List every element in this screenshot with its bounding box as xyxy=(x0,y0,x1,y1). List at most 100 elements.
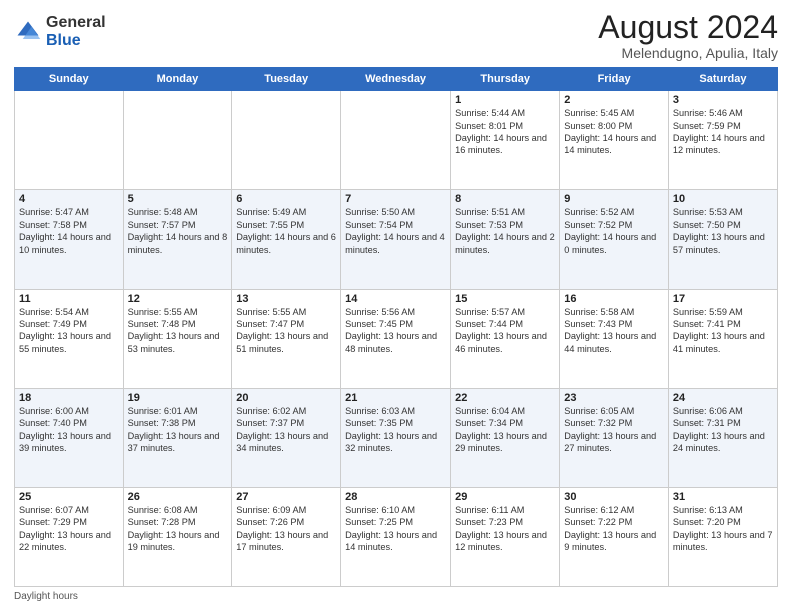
col-header-sunday: Sunday xyxy=(15,68,124,91)
calendar-cell: 5Sunrise: 5:48 AMSunset: 7:57 PMDaylight… xyxy=(123,190,232,289)
calendar-cell: 17Sunrise: 5:59 AMSunset: 7:41 PMDayligh… xyxy=(668,289,777,388)
day-info: Sunrise: 5:59 AMSunset: 7:41 PMDaylight:… xyxy=(673,306,773,356)
day-info: Sunrise: 6:11 AMSunset: 7:23 PMDaylight:… xyxy=(455,504,555,554)
day-info: Sunrise: 5:48 AMSunset: 7:57 PMDaylight:… xyxy=(128,206,228,256)
day-number: 24 xyxy=(673,392,773,404)
calendar-cell: 8Sunrise: 5:51 AMSunset: 7:53 PMDaylight… xyxy=(451,190,560,289)
calendar-cell: 29Sunrise: 6:11 AMSunset: 7:23 PMDayligh… xyxy=(451,487,560,586)
calendar-cell: 11Sunrise: 5:54 AMSunset: 7:49 PMDayligh… xyxy=(15,289,124,388)
col-header-friday: Friday xyxy=(560,68,669,91)
calendar-cell: 15Sunrise: 5:57 AMSunset: 7:44 PMDayligh… xyxy=(451,289,560,388)
day-info: Sunrise: 6:05 AMSunset: 7:32 PMDaylight:… xyxy=(564,405,664,455)
header: General Blue August 2024 Melendugno, Apu… xyxy=(14,10,778,61)
day-number: 25 xyxy=(19,491,119,503)
day-number: 15 xyxy=(455,293,555,305)
page: General Blue August 2024 Melendugno, Apu… xyxy=(0,0,792,612)
day-info: Sunrise: 5:46 AMSunset: 7:59 PMDaylight:… xyxy=(673,107,773,157)
calendar-cell: 9Sunrise: 5:52 AMSunset: 7:52 PMDaylight… xyxy=(560,190,669,289)
day-number: 17 xyxy=(673,293,773,305)
day-info: Sunrise: 5:55 AMSunset: 7:47 PMDaylight:… xyxy=(236,306,336,356)
footer: Daylight hours xyxy=(14,591,778,602)
day-info: Sunrise: 6:01 AMSunset: 7:38 PMDaylight:… xyxy=(128,405,228,455)
calendar-cell: 10Sunrise: 5:53 AMSunset: 7:50 PMDayligh… xyxy=(668,190,777,289)
day-info: Sunrise: 5:54 AMSunset: 7:49 PMDaylight:… xyxy=(19,306,119,356)
calendar-cell: 23Sunrise: 6:05 AMSunset: 7:32 PMDayligh… xyxy=(560,388,669,487)
day-number: 6 xyxy=(236,193,336,205)
day-number: 30 xyxy=(564,491,664,503)
day-number: 11 xyxy=(19,293,119,305)
logo: General Blue xyxy=(14,14,106,49)
calendar-cell: 25Sunrise: 6:07 AMSunset: 7:29 PMDayligh… xyxy=(15,487,124,586)
day-number: 2 xyxy=(564,94,664,106)
day-info: Sunrise: 6:08 AMSunset: 7:28 PMDaylight:… xyxy=(128,504,228,554)
day-number: 9 xyxy=(564,193,664,205)
calendar-cell: 16Sunrise: 5:58 AMSunset: 7:43 PMDayligh… xyxy=(560,289,669,388)
day-info: Sunrise: 6:06 AMSunset: 7:31 PMDaylight:… xyxy=(673,405,773,455)
day-number: 12 xyxy=(128,293,228,305)
calendar-header-row: SundayMondayTuesdayWednesdayThursdayFrid… xyxy=(15,68,778,91)
day-info: Sunrise: 6:13 AMSunset: 7:20 PMDaylight:… xyxy=(673,504,773,554)
calendar-cell: 12Sunrise: 5:55 AMSunset: 7:48 PMDayligh… xyxy=(123,289,232,388)
logo-blue-text: Blue xyxy=(46,32,81,49)
calendar-cell: 19Sunrise: 6:01 AMSunset: 7:38 PMDayligh… xyxy=(123,388,232,487)
col-header-wednesday: Wednesday xyxy=(341,68,451,91)
day-number: 31 xyxy=(673,491,773,503)
calendar-cell: 30Sunrise: 6:12 AMSunset: 7:22 PMDayligh… xyxy=(560,487,669,586)
day-info: Sunrise: 6:09 AMSunset: 7:26 PMDaylight:… xyxy=(236,504,336,554)
calendar-cell: 1Sunrise: 5:44 AMSunset: 8:01 PMDaylight… xyxy=(451,91,560,190)
day-number: 28 xyxy=(345,491,446,503)
title-block: August 2024 Melendugno, Apulia, Italy xyxy=(598,10,778,61)
calendar-table: SundayMondayTuesdayWednesdayThursdayFrid… xyxy=(14,67,778,587)
day-info: Sunrise: 5:50 AMSunset: 7:54 PMDaylight:… xyxy=(345,206,446,256)
calendar-cell: 24Sunrise: 6:06 AMSunset: 7:31 PMDayligh… xyxy=(668,388,777,487)
col-header-thursday: Thursday xyxy=(451,68,560,91)
day-info: Sunrise: 5:52 AMSunset: 7:52 PMDaylight:… xyxy=(564,206,664,256)
day-info: Sunrise: 6:03 AMSunset: 7:35 PMDaylight:… xyxy=(345,405,446,455)
day-info: Sunrise: 6:12 AMSunset: 7:22 PMDaylight:… xyxy=(564,504,664,554)
calendar-cell: 27Sunrise: 6:09 AMSunset: 7:26 PMDayligh… xyxy=(232,487,341,586)
calendar-week-5: 25Sunrise: 6:07 AMSunset: 7:29 PMDayligh… xyxy=(15,487,778,586)
day-number: 5 xyxy=(128,193,228,205)
calendar-cell: 13Sunrise: 5:55 AMSunset: 7:47 PMDayligh… xyxy=(232,289,341,388)
day-number: 29 xyxy=(455,491,555,503)
day-number: 20 xyxy=(236,392,336,404)
day-number: 23 xyxy=(564,392,664,404)
calendar-cell: 7Sunrise: 5:50 AMSunset: 7:54 PMDaylight… xyxy=(341,190,451,289)
day-info: Sunrise: 5:55 AMSunset: 7:48 PMDaylight:… xyxy=(128,306,228,356)
logo-icon xyxy=(14,18,42,46)
day-info: Sunrise: 5:57 AMSunset: 7:44 PMDaylight:… xyxy=(455,306,555,356)
calendar-week-3: 11Sunrise: 5:54 AMSunset: 7:49 PMDayligh… xyxy=(15,289,778,388)
calendar-cell: 6Sunrise: 5:49 AMSunset: 7:55 PMDaylight… xyxy=(232,190,341,289)
day-number: 26 xyxy=(128,491,228,503)
calendar-cell xyxy=(341,91,451,190)
col-header-monday: Monday xyxy=(123,68,232,91)
day-info: Sunrise: 5:47 AMSunset: 7:58 PMDaylight:… xyxy=(19,206,119,256)
day-info: Sunrise: 6:04 AMSunset: 7:34 PMDaylight:… xyxy=(455,405,555,455)
day-number: 7 xyxy=(345,193,446,205)
day-info: Sunrise: 5:45 AMSunset: 8:00 PMDaylight:… xyxy=(564,107,664,157)
daylight-label: Daylight hours xyxy=(14,591,78,602)
calendar-cell: 4Sunrise: 5:47 AMSunset: 7:58 PMDaylight… xyxy=(15,190,124,289)
calendar-cell: 26Sunrise: 6:08 AMSunset: 7:28 PMDayligh… xyxy=(123,487,232,586)
calendar-cell: 3Sunrise: 5:46 AMSunset: 7:59 PMDaylight… xyxy=(668,91,777,190)
subtitle: Melendugno, Apulia, Italy xyxy=(598,45,778,61)
day-number: 19 xyxy=(128,392,228,404)
day-number: 22 xyxy=(455,392,555,404)
day-number: 14 xyxy=(345,293,446,305)
day-info: Sunrise: 5:56 AMSunset: 7:45 PMDaylight:… xyxy=(345,306,446,356)
day-info: Sunrise: 6:00 AMSunset: 7:40 PMDaylight:… xyxy=(19,405,119,455)
day-info: Sunrise: 5:49 AMSunset: 7:55 PMDaylight:… xyxy=(236,206,336,256)
calendar-cell: 2Sunrise: 5:45 AMSunset: 8:00 PMDaylight… xyxy=(560,91,669,190)
logo-general-text: General xyxy=(46,14,106,31)
calendar-week-2: 4Sunrise: 5:47 AMSunset: 7:58 PMDaylight… xyxy=(15,190,778,289)
day-number: 10 xyxy=(673,193,773,205)
day-number: 18 xyxy=(19,392,119,404)
calendar-week-1: 1Sunrise: 5:44 AMSunset: 8:01 PMDaylight… xyxy=(15,91,778,190)
calendar-cell xyxy=(123,91,232,190)
day-info: Sunrise: 5:44 AMSunset: 8:01 PMDaylight:… xyxy=(455,107,555,157)
calendar-cell xyxy=(15,91,124,190)
day-info: Sunrise: 6:07 AMSunset: 7:29 PMDaylight:… xyxy=(19,504,119,554)
calendar-cell: 14Sunrise: 5:56 AMSunset: 7:45 PMDayligh… xyxy=(341,289,451,388)
col-header-tuesday: Tuesday xyxy=(232,68,341,91)
day-number: 13 xyxy=(236,293,336,305)
